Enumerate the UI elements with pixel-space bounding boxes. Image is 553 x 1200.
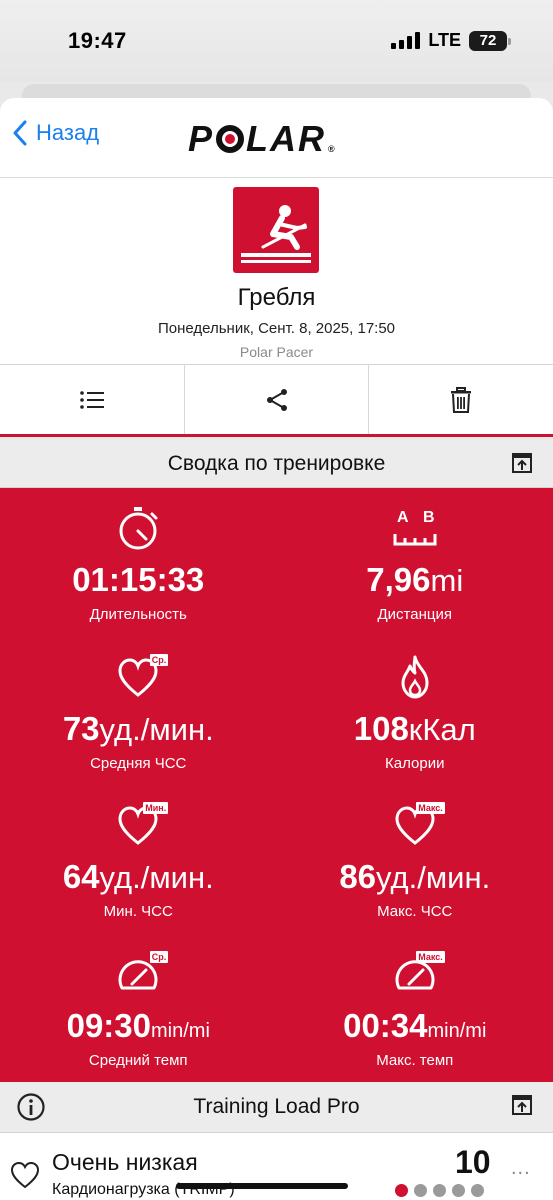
stat-value: 86 <box>339 858 377 895</box>
stat-value: 09:30 <box>66 1006 151 1044</box>
stat-min-hr: Мин. 64уд./мин. Мин. ЧСС <box>0 785 277 934</box>
back-label: Назад <box>36 120 100 145</box>
stat-value: 00:34 <box>343 1006 428 1044</box>
list-icon <box>80 390 104 409</box>
distance-icon: A B <box>393 509 437 546</box>
stat-label: Калории <box>385 754 445 772</box>
workout-datetime: Понедельник, Сент. 8, 2025, 17:50 <box>157 320 396 337</box>
battery-level: 72 <box>479 32 497 49</box>
stat-badge: Ср. <box>149 653 169 666</box>
stat-distance: A B 7,96mi Дистанция <box>277 488 553 637</box>
stat-duration: 01:15:33 Длительность <box>0 488 277 637</box>
svg-text:A: A <box>397 509 409 526</box>
cardio-load-row[interactable]: Очень низкая Кардионагрузка (TRIMP) 10 .… <box>0 1133 553 1200</box>
stat-label: Средняя ЧСС <box>90 754 187 772</box>
stat-max-pace: Макс. 00:34min/mi Макс. темп <box>277 934 553 1083</box>
action-row <box>0 364 553 437</box>
stat-unit: уд./мин. <box>376 860 491 895</box>
stat-avg-pace: Ср. 09:30min/mi Средний темп <box>0 934 277 1083</box>
stat-label: Длительность <box>89 606 187 623</box>
export-icon[interactable] <box>511 452 533 474</box>
polar-logo: P LAR ® <box>188 118 337 159</box>
level-dot-active <box>395 1184 408 1197</box>
home-indicator[interactable] <box>176 1183 348 1189</box>
signal-icon <box>391 32 421 49</box>
level-dot <box>414 1184 427 1197</box>
training-load-title: Training Load Pro <box>193 1095 360 1118</box>
logo-o-mark <box>216 125 245 153</box>
share-button[interactable] <box>185 365 370 434</box>
stat-badge: Макс. <box>416 950 445 963</box>
status-indicators: LTE 72 <box>391 30 511 51</box>
stat-unit: mi <box>430 563 464 598</box>
stat-value: 73 <box>62 709 100 747</box>
level-dot <box>433 1184 446 1197</box>
info-icon[interactable] <box>16 1092 46 1122</box>
stat-unit: уд./мин. <box>99 711 214 747</box>
level-dot <box>452 1184 465 1197</box>
flame-icon <box>401 655 429 698</box>
network-type: LTE <box>428 30 461 50</box>
details-button[interactable] <box>0 365 185 434</box>
stat-unit: кКал <box>408 711 476 747</box>
summary-header: Сводка по тренировке <box>0 440 553 488</box>
cardio-load-level: Очень низкая <box>52 1149 198 1175</box>
export-icon[interactable] <box>511 1094 533 1116</box>
cardio-load-score: 10 <box>455 1144 491 1180</box>
trash-icon <box>451 386 472 413</box>
stat-badge: Ср. <box>149 950 169 963</box>
status-bar: 19:47 LTE 72 <box>0 0 553 82</box>
device-name: Polar Pacer <box>239 344 314 360</box>
stat-max-hr: Макс. 86уд./мин. Макс. ЧСС <box>277 785 553 934</box>
stat-badge: Макс. <box>416 802 445 814</box>
load-level-indicator <box>395 1184 484 1197</box>
training-load-header: Training Load Pro <box>0 1082 553 1133</box>
battery-icon: 72 <box>469 30 511 51</box>
stat-value: 7,96 <box>366 561 431 598</box>
stat-value: 108 <box>353 709 409 747</box>
stat-label: Макс. ЧСС <box>377 903 453 920</box>
stat-calories: 108кКал Калории <box>277 637 553 786</box>
stat-label: Макс. темп <box>376 1051 454 1069</box>
stat-unit: min/mi <box>427 1019 487 1042</box>
stat-unit: min/mi <box>151 1019 210 1042</box>
stat-value: 01:15:33 <box>72 561 205 598</box>
sport-title: Гребля <box>237 284 316 311</box>
status-time: 19:47 <box>68 28 127 53</box>
svg-text:B: B <box>423 509 435 526</box>
share-icon <box>266 388 287 411</box>
stat-label: Мин. ЧСС <box>103 903 173 920</box>
nav-header: Назад P LAR ® <box>0 98 553 178</box>
stat-value: 64 <box>62 858 100 895</box>
delete-button[interactable] <box>369 365 553 434</box>
chevron-left-icon <box>13 120 27 146</box>
stat-unit: уд./мин. <box>99 860 214 895</box>
heart-outline-icon <box>10 1161 40 1189</box>
stopwatch-icon <box>119 507 158 550</box>
back-button[interactable]: Назад <box>12 120 99 146</box>
stat-label: Дистанция <box>377 606 452 623</box>
stat-label: Средний темп <box>88 1051 188 1069</box>
workout-hero: Гребля Понедельник, Сент. 8, 2025, 17:50… <box>0 178 553 365</box>
more-button[interactable]: ... <box>511 1157 531 1180</box>
stat-badge: Мин. <box>143 802 169 814</box>
summary-title: Сводка по тренировке <box>167 451 386 475</box>
level-dot <box>471 1184 484 1197</box>
stat-avg-hr: Ср. 73уд./мин. Средняя ЧСС <box>0 637 277 786</box>
summary-stats-panel: 01:15:33 Длительность A B 7,96mi Дистанц… <box>0 488 553 1082</box>
rowing-icon <box>233 187 319 273</box>
